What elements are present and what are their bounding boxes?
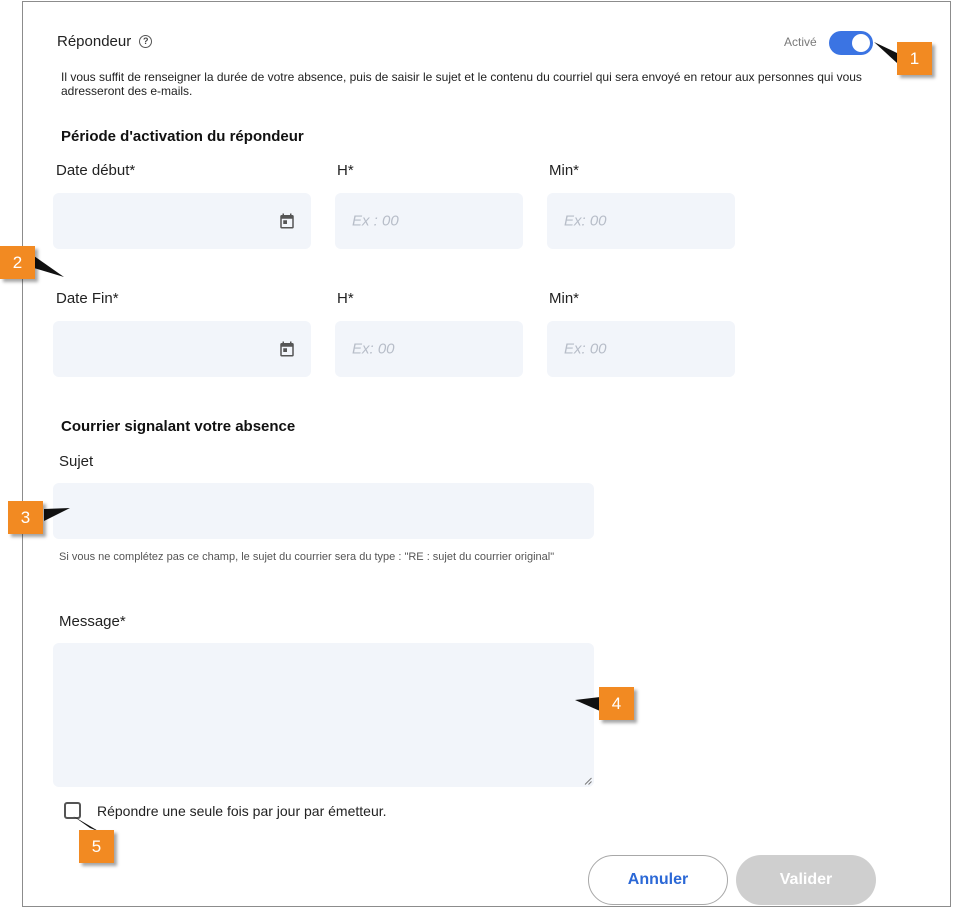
help-circle-icon[interactable]: ?: [139, 35, 153, 48]
callout-marker-3: 3: [8, 501, 43, 534]
callout-marker-2: 2: [0, 246, 35, 279]
end-date-input[interactable]: [53, 321, 311, 377]
once-per-day-label[interactable]: Répondre une seule fois par jour par éme…: [97, 803, 387, 819]
message-textarea[interactable]: [53, 643, 594, 787]
calendar-icon[interactable]: [278, 212, 296, 230]
callout-marker-1: 1: [897, 42, 932, 75]
validate-button[interactable]: Valider: [736, 855, 876, 905]
callout-marker-5: 5: [79, 830, 114, 863]
start-date-label: Date début*: [56, 162, 136, 179]
activation-section-title: Période d'activation du répondeur: [61, 128, 304, 145]
page-title: Répondeur: [57, 33, 132, 50]
message-label: Message*: [59, 613, 126, 630]
autoresponder-toggle[interactable]: [829, 31, 873, 55]
start-hour-placeholder: Ex : 00: [352, 212, 399, 230]
calendar-icon[interactable]: [278, 340, 296, 358]
start-minute-label: Min*: [549, 162, 580, 179]
start-minute-input[interactable]: Ex: 00: [547, 193, 735, 249]
start-minute-placeholder: Ex: 00: [564, 212, 607, 230]
mail-section-title: Courrier signalant votre absence: [61, 418, 296, 435]
start-date-input[interactable]: [53, 193, 311, 249]
cancel-button[interactable]: Annuler: [588, 855, 728, 905]
end-minute-placeholder: Ex: 00: [564, 340, 607, 358]
end-hour-input[interactable]: Ex: 00: [335, 321, 523, 377]
start-hour-input[interactable]: Ex : 00: [335, 193, 523, 249]
subject-hint: Si vous ne complétez pas ce champ, le su…: [59, 551, 555, 563]
subject-label: Sujet: [59, 453, 94, 470]
once-per-day-checkbox[interactable]: [64, 802, 81, 819]
resize-grip-icon[interactable]: [584, 777, 592, 785]
end-minute-input[interactable]: Ex: 00: [547, 321, 735, 377]
end-hour-placeholder: Ex: 00: [352, 340, 395, 358]
end-minute-label: Min*: [549, 290, 580, 307]
end-hour-label: H*: [337, 290, 354, 307]
start-hour-label: H*: [337, 162, 354, 179]
subject-input[interactable]: [53, 483, 594, 539]
toggle-knob: [852, 34, 870, 52]
description-text: Il vous suffit de renseigner la durée de…: [61, 70, 862, 98]
end-date-label: Date Fin*: [56, 290, 119, 307]
toggle-label: Activé: [784, 35, 817, 49]
callout-marker-4: 4: [599, 687, 634, 720]
header-title-row: Répondeur ?: [57, 33, 153, 50]
